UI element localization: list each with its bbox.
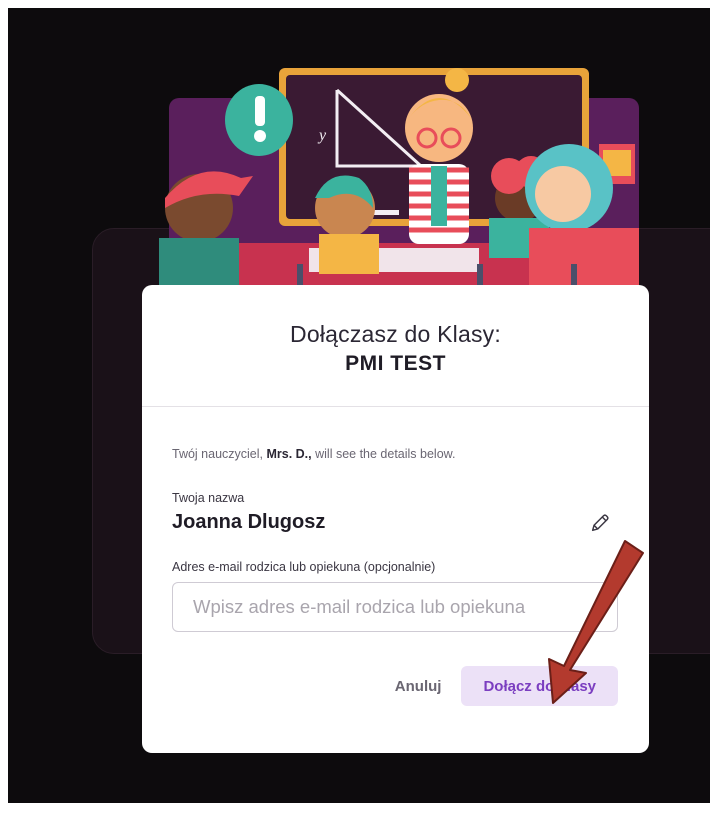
join-class-button[interactable]: Dołącz do klasy — [461, 666, 618, 706]
dialog-header: Dołączasz do Klasy: PMI TEST — [142, 285, 649, 407]
cancel-button[interactable]: Anuluj — [395, 670, 442, 703]
parent-email-input[interactable] — [172, 582, 618, 632]
join-title: Dołączasz do Klasy: — [290, 321, 501, 347]
class-name: PMI TEST — [345, 352, 446, 375]
teacher-name: Mrs. D., — [266, 447, 312, 461]
dialog-actions: Anuluj Dołącz do klasy — [172, 666, 618, 706]
join-class-dialog: Dołączasz do Klasy: PMI TEST Twój nauczy… — [142, 285, 649, 753]
teacher-prefix: Twój nauczyciel, — [172, 447, 267, 461]
teacher-suffix: will see the details below. — [311, 447, 456, 461]
classroom-illustration: y — [159, 68, 639, 298]
name-row: Joanna Dlugosz — [172, 511, 619, 534]
student-name: Joanna Dlugosz — [172, 511, 326, 533]
name-label: Twoja nazwa — [172, 491, 245, 505]
svg-text:y: y — [317, 127, 327, 144]
teacher-notice: Twój nauczyciel, Mrs. D., will see the d… — [172, 447, 619, 461]
email-label: Adres e-mail rodzica lub opiekuna (opcjo… — [172, 560, 436, 574]
dialog-body: Twój nauczyciel, Mrs. D., will see the d… — [142, 407, 649, 706]
pencil-icon[interactable] — [589, 512, 611, 534]
